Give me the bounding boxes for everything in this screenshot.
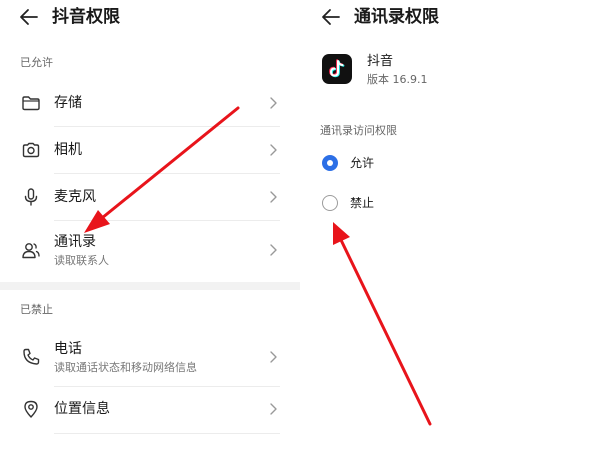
app-permissions-screen: 抖音权限 已允许 存储 相机 麦克风 通讯录 读取联系人 已禁止 电话 读取通话…	[0, 0, 300, 450]
page-title: 抖音权限	[52, 7, 120, 27]
back-arrow-icon[interactable]	[320, 6, 342, 28]
camera-icon	[22, 142, 40, 158]
deny-radio[interactable]	[322, 195, 338, 211]
header: 通讯录权限	[300, 0, 600, 36]
denied-section-label: 已禁止	[20, 303, 53, 316]
permission-row-storage[interactable]: 存储	[0, 80, 300, 126]
header: 抖音权限	[0, 0, 300, 36]
chevron-right-icon	[270, 191, 277, 203]
permission-row-location[interactable]: 位置信息	[0, 387, 300, 433]
allowed-section-label: 已允许	[20, 56, 53, 69]
permission-label: 通讯录	[54, 234, 96, 250]
contacts-icon	[22, 243, 40, 259]
page-title: 通讯录权限	[354, 7, 439, 27]
app-icon	[322, 54, 352, 84]
app-name: 抖音	[367, 54, 394, 69]
permission-description: 读取联系人	[54, 254, 109, 267]
permission-label: 相机	[54, 142, 82, 158]
contacts-access-label: 通讯录访问权限	[320, 124, 397, 137]
location-pin-icon	[24, 400, 38, 418]
divider	[54, 433, 280, 434]
permission-label: 位置信息	[54, 401, 110, 417]
tiktok-logo-icon	[329, 59, 345, 78]
microphone-icon	[24, 188, 38, 206]
permission-row-contacts[interactable]: 通讯录 读取联系人	[0, 221, 300, 279]
chevron-right-icon	[270, 144, 277, 156]
contacts-permission-screen: 通讯录权限 抖音 版本 16.9.1 通讯录访问权限 允许 禁止	[300, 0, 600, 450]
permission-row-microphone[interactable]: 麦克风	[0, 174, 300, 220]
chevron-right-icon	[270, 403, 277, 415]
phone-icon	[23, 348, 40, 365]
permission-description: 读取通话状态和移动网络信息	[54, 361, 197, 374]
permission-label: 存储	[54, 95, 82, 111]
permission-label: 电话	[54, 341, 82, 357]
folder-icon	[22, 96, 40, 111]
permission-row-camera[interactable]: 相机	[0, 127, 300, 173]
permission-label: 麦克风	[54, 189, 96, 205]
allow-option-label[interactable]: 允许	[350, 156, 374, 170]
chevron-right-icon	[270, 351, 277, 363]
permission-row-phone[interactable]: 电话 读取通话状态和移动网络信息	[0, 328, 300, 386]
deny-option-label[interactable]: 禁止	[350, 196, 374, 210]
app-version: 版本 16.9.1	[367, 73, 428, 86]
chevron-right-icon	[270, 97, 277, 109]
section-separator	[0, 282, 300, 290]
allow-radio[interactable]	[322, 155, 338, 171]
back-arrow-icon[interactable]	[18, 6, 40, 28]
chevron-right-icon	[270, 244, 277, 256]
